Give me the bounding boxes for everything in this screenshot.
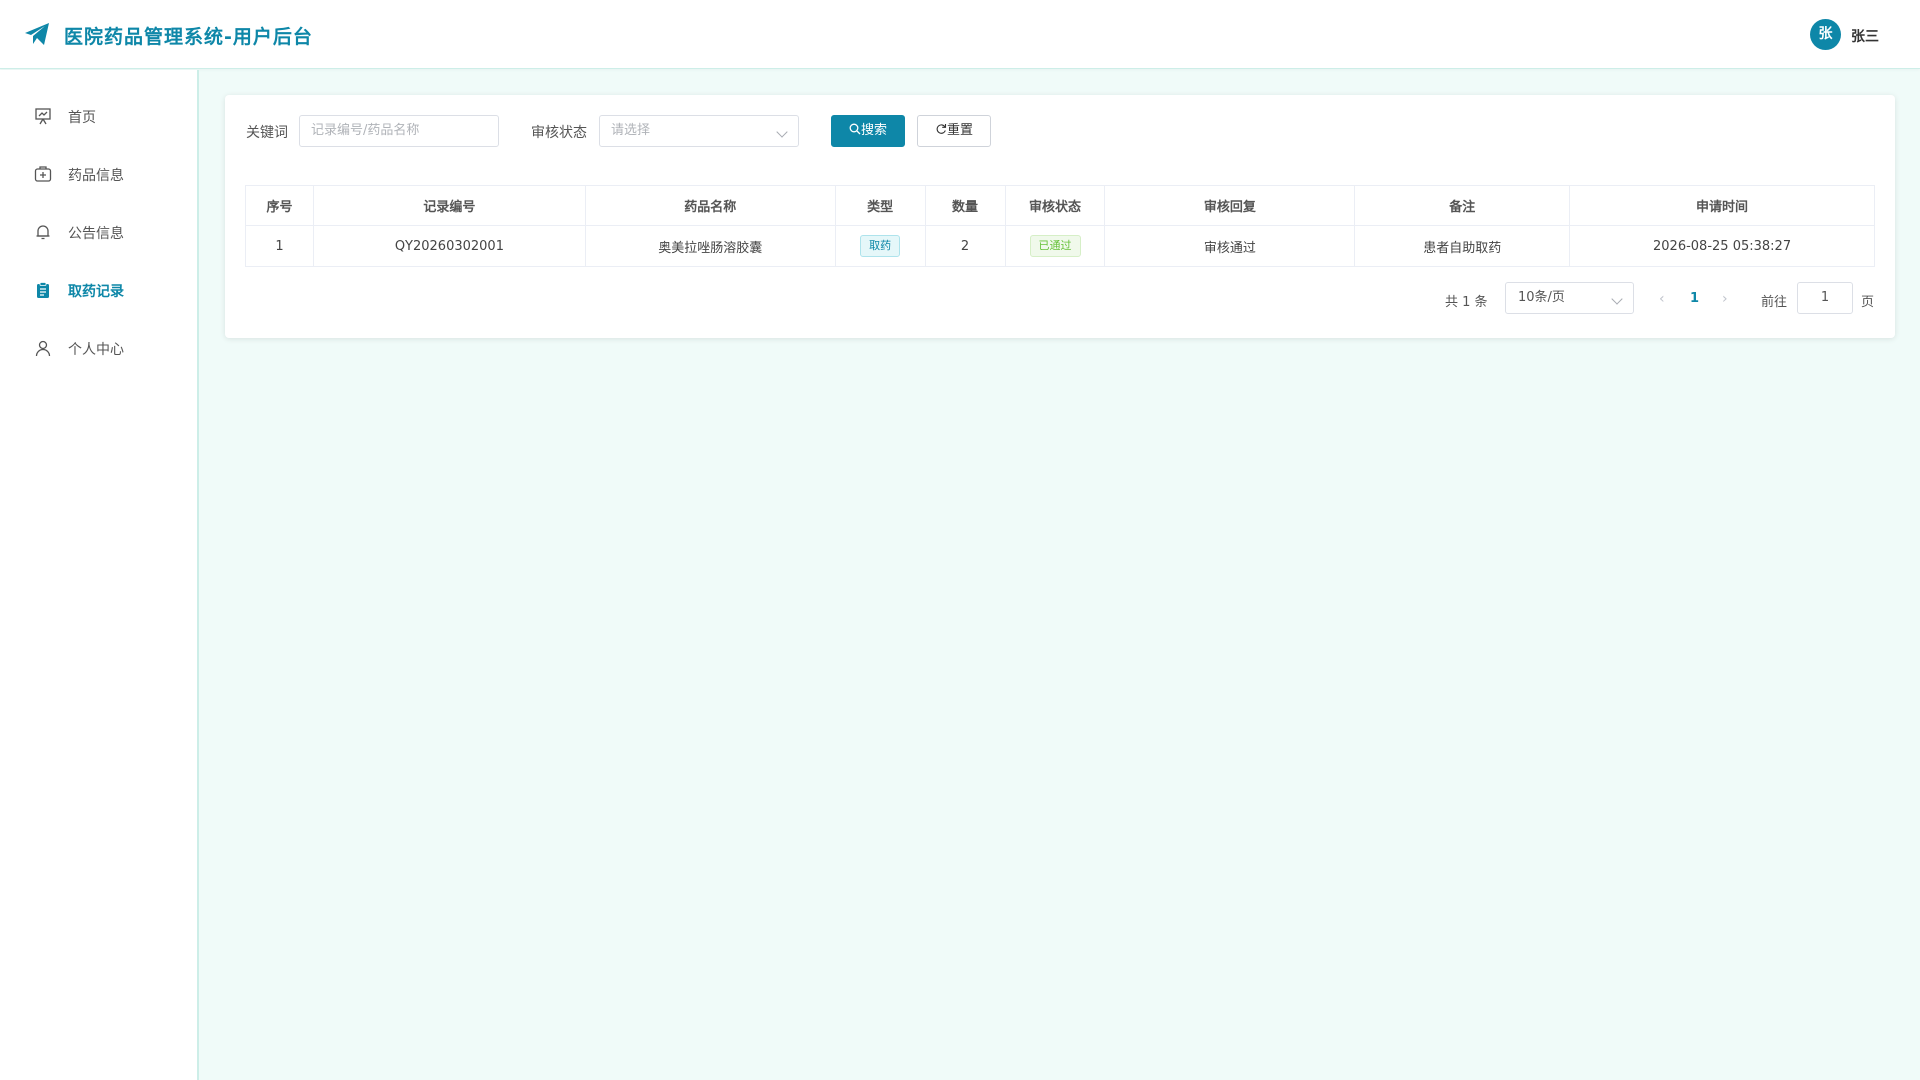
cell-remark: 患者自助取药: [1354, 225, 1571, 267]
sidebar-item-drugs[interactable]: 药品信息: [0, 150, 197, 198]
keyword-label: 关键词: [246, 125, 288, 141]
username[interactable]: 张三: [1851, 26, 1879, 46]
table-row[interactable]: 1 QY20260302001 奥美拉唑肠溶胶囊 取药 2 已通过 审核通过 患…: [245, 225, 1875, 267]
status-badge: 已通过: [1029, 235, 1081, 257]
sidebar-item-home[interactable]: 首页: [0, 92, 197, 140]
sidebar-item-label: 公告信息: [68, 226, 124, 242]
cell-apply-time: 2026-08-25 05:38:27: [1569, 225, 1875, 267]
search-button-label: 搜索: [860, 123, 887, 138]
col-header-type: 类型: [834, 185, 926, 226]
reset-button-label: 重置: [946, 123, 973, 138]
page-number-current[interactable]: 1: [1690, 291, 1699, 306]
cell-quantity: 2: [924, 225, 1006, 267]
table-header-row: 序号 记录编号 药品名称 类型 数量 审核状态 审核回复 备注 申请时间: [245, 185, 1875, 226]
sidebar-item-label: 首页: [68, 110, 96, 126]
col-header-drug-name: 药品名称: [584, 185, 836, 226]
status-select-placeholder: 请选择: [611, 123, 651, 138]
col-header-status: 审核状态: [1004, 185, 1106, 226]
app-title: 医院药品管理系统-用户后台: [64, 26, 313, 48]
cell-status: 已通过: [1004, 225, 1106, 267]
reset-button[interactable]: 重置: [917, 115, 991, 147]
cell-reply: 审核通过: [1104, 225, 1356, 267]
records-card: 关键词 记录编号/药品名称 审核状态 请选择 搜索 重置 序号 记录编号 药品名…: [225, 95, 1895, 338]
cell-drug-name: 奥美拉唑肠溶胶囊: [584, 225, 836, 267]
sidebar-item-profile[interactable]: 个人中心: [0, 324, 197, 372]
sidebar: 首页 药品信息 公告信息 取药记录 个人中心: [0, 70, 199, 1080]
cell-type: 取药: [834, 225, 926, 267]
cell-index: 1: [245, 225, 314, 267]
sidebar-item-label: 个人中心: [68, 342, 124, 358]
records-table: 序号 记录编号 药品名称 类型 数量 审核状态 审核回复 备注 申请时间 1 Q…: [245, 185, 1875, 267]
prev-page-icon[interactable]: ‹: [1659, 291, 1665, 307]
user-icon: [35, 340, 51, 357]
medical-kit-icon: [34, 166, 52, 182]
keyword-input[interactable]: 记录编号/药品名称: [299, 115, 499, 147]
status-label: 审核状态: [531, 125, 587, 141]
refresh-icon: [936, 124, 947, 134]
col-header-index: 序号: [245, 185, 314, 226]
sidebar-item-pickup-records[interactable]: 取药记录: [0, 266, 197, 314]
search-icon: [849, 123, 861, 135]
col-header-apply-time: 申请时间: [1569, 185, 1875, 226]
col-header-record-no: 记录编号: [312, 185, 586, 226]
next-page-icon[interactable]: ›: [1722, 291, 1728, 307]
type-badge: 取药: [860, 235, 901, 257]
sidebar-item-label: 取药记录: [68, 284, 124, 300]
sidebar-item-label: 药品信息: [68, 168, 124, 184]
avatar[interactable]: 张: [1810, 19, 1841, 50]
chevron-down-icon: [776, 126, 788, 138]
cell-record-no: QY20260302001: [312, 225, 586, 267]
page-suffix: 页: [1861, 295, 1875, 310]
top-header: 医院药品管理系统-用户后台 张 张三: [0, 0, 1920, 69]
col-header-quantity: 数量: [924, 185, 1006, 226]
clipboard-icon: [37, 282, 49, 298]
bell-icon: [36, 225, 50, 240]
pagination-total: 共 1 条: [1445, 295, 1488, 310]
sidebar-item-notices[interactable]: 公告信息: [0, 208, 197, 256]
status-select[interactable]: 请选择: [599, 115, 799, 147]
search-button[interactable]: 搜索: [831, 115, 905, 147]
col-header-reply: 审核回复: [1104, 185, 1356, 226]
col-header-remark: 备注: [1354, 185, 1571, 226]
paper-plane-icon: [25, 23, 49, 45]
chevron-down-icon: [1611, 293, 1623, 305]
goto-page-input[interactable]: 1: [1797, 282, 1853, 314]
presentation-icon: [35, 108, 51, 125]
page-size-value: 10条/页: [1518, 290, 1565, 305]
goto-label: 前往: [1761, 295, 1788, 310]
page-size-select[interactable]: 10条/页: [1505, 282, 1634, 314]
